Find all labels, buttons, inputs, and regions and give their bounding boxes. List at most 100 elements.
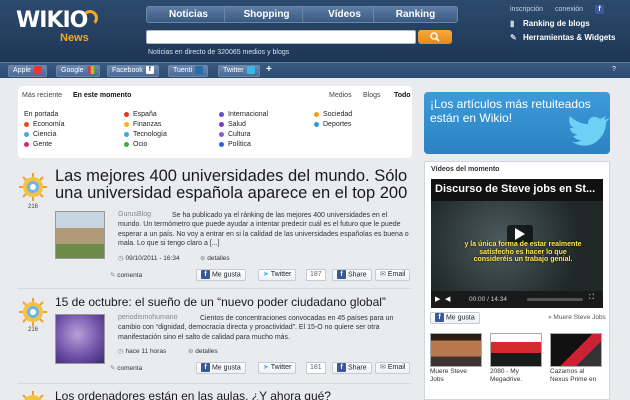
tweet-count: 181 — [306, 362, 326, 374]
tuenti-icon — [195, 66, 204, 75]
video-title[interactable]: Discurso de Steve jobs en St... — [435, 183, 595, 195]
email-icon: ✉ — [380, 271, 386, 278]
signup-link[interactable]: inscripción — [510, 6, 543, 13]
category-dot-icon — [24, 141, 29, 147]
share-button[interactable]: f Share — [332, 362, 372, 374]
article-title[interactable]: 15 de octubre: el sueño de un “nuevo pod… — [55, 296, 410, 309]
details-link[interactable]: ⊕ detalles — [188, 347, 218, 355]
share-tuenti[interactable]: Tuenti — [168, 65, 209, 77]
article-title[interactable]: Los ordenadores están en las aulas. ¿Y a… — [55, 390, 410, 400]
category-sociedad[interactable]: Sociedad — [314, 111, 352, 118]
video-thumb-caption[interactable]: Cazamos al Nexus Prime en — [550, 368, 602, 384]
category-deportes[interactable]: Deportes — [314, 121, 351, 128]
tab-trending[interactable]: En este momento — [73, 92, 131, 99]
video-thumb-caption[interactable]: Muere Steve Jobs — [430, 368, 482, 384]
video-time: 00:00 / 14:34 — [469, 296, 507, 303]
tab-all[interactable]: Todo — [394, 92, 411, 99]
category-dot-icon — [219, 131, 224, 137]
search-button[interactable] — [418, 30, 452, 44]
like-button[interactable]: f Me gusta — [196, 269, 246, 281]
category-dot-icon — [124, 141, 129, 147]
search-input[interactable] — [146, 30, 416, 44]
tab-blogs[interactable]: Blogs — [363, 92, 381, 99]
article-actions: ✎ comenta f Me gusta ➤ Twitter 187 f Sha… — [55, 269, 412, 283]
category-cultura[interactable]: Cultura — [219, 131, 251, 138]
email-button[interactable]: ✉ Email — [375, 362, 411, 374]
tweet-button[interactable]: ➤ Twitter — [258, 269, 297, 281]
nav-noticias[interactable]: Noticias — [146, 6, 231, 23]
article-actions: ✎ comenta f Me gusta ➤ Twitter 181 f Sha… — [55, 362, 412, 376]
email-button[interactable]: ✉ Email — [375, 269, 411, 281]
category-españa[interactable]: España — [124, 111, 157, 118]
article-card: 216 15 de octubre: el sueño de un “nuevo… — [18, 296, 412, 382]
category-política[interactable]: Política — [219, 141, 251, 148]
play-small-icon[interactable]: ▶ — [435, 295, 440, 303]
account-links: inscripción conexión f — [510, 5, 614, 14]
comment-link[interactable]: ✎ comenta — [110, 364, 142, 372]
article-thumbnail[interactable] — [55, 314, 105, 364]
google-icon — [86, 66, 95, 75]
video-thumbnail[interactable] — [490, 333, 542, 367]
nav-shopping[interactable]: Shopping — [224, 6, 309, 23]
header: WIKIO News Noticias Shopping Vídeos Rank… — [0, 0, 630, 62]
tweet-button[interactable]: ➤ Twitter — [258, 362, 297, 374]
article-description: Se ha publicado ya el ránking de las mej… — [118, 212, 409, 248]
video-like-button[interactable]: f Me gusta — [430, 312, 480, 324]
video-more-link[interactable]: » Muere Steve Jobs — [548, 314, 606, 321]
share-twitter[interactable]: Twitter — [218, 65, 260, 77]
article-title[interactable]: Las mejores 400 universidades del mundo.… — [55, 167, 410, 203]
play-icon — [515, 228, 525, 240]
tab-media[interactable]: Medios — [329, 92, 352, 99]
category-dot-icon — [219, 141, 224, 147]
category-ciencia[interactable]: Ciencia — [24, 131, 56, 138]
details-link[interactable]: ⊕ detalles — [200, 254, 230, 262]
tweet-count: 187 — [306, 269, 326, 281]
share-facebook[interactable]: Facebook f — [107, 65, 159, 77]
facebook-icon: f — [337, 363, 346, 372]
video-player[interactable]: Discurso de Steve jobs en St... y la úni… — [431, 179, 603, 308]
video-thumbnail[interactable] — [550, 333, 602, 367]
video-thumb-caption[interactable]: 2080 - My Megadrive. — [490, 368, 542, 384]
tab-most-recent[interactable]: Más reciente — [22, 92, 62, 99]
share-google[interactable]: Google — [56, 65, 100, 77]
bars-icon: ▮ — [510, 19, 515, 28]
facebook-icon: f — [435, 313, 444, 322]
twitter-icon — [246, 66, 255, 75]
tools-widgets-link[interactable]: ✎ Herramientas & Widgets — [510, 33, 615, 42]
comment-link[interactable]: ✎ comenta — [110, 271, 142, 279]
video-subtitle: y la única forma de estar realmente sati… — [464, 241, 582, 264]
login-link[interactable]: conexión — [555, 6, 583, 13]
article-time: ◷ hace 11 horas — [118, 348, 167, 355]
progress-bar[interactable] — [527, 298, 583, 301]
category-dot-icon — [219, 111, 224, 117]
category-ocio[interactable]: Ocio — [124, 141, 147, 148]
facebook-icon: f — [337, 270, 346, 279]
category-list: En portada Economía Ciencia Gente España Fina… — [24, 111, 409, 157]
facebook-icon[interactable]: f — [595, 5, 605, 14]
fullscreen-icon[interactable]: ⛶ — [589, 294, 594, 302]
apple-icon — [33, 66, 42, 75]
category-tecnología[interactable]: Tecnología — [124, 131, 167, 138]
category-internacional[interactable]: Internacional — [219, 111, 268, 118]
wikio-logo[interactable]: WIKIO News — [16, 8, 100, 48]
wikio-score-icon — [19, 173, 47, 201]
videos-heading: Vídeos del momento — [431, 166, 500, 173]
category-dot-icon — [219, 121, 224, 127]
category-economía[interactable]: Economía — [24, 121, 65, 128]
like-button[interactable]: f Me gusta — [196, 362, 246, 374]
help-button[interactable]: ? — [612, 66, 616, 73]
blog-ranking-link[interactable]: ▮ Ranking de blogs — [510, 19, 590, 28]
volume-icon[interactable]: ◀ — [445, 295, 450, 303]
nav-ranking[interactable]: Ranking — [373, 6, 458, 23]
category-en-portada[interactable]: En portada — [24, 111, 58, 118]
article-thumbnail[interactable] — [55, 211, 105, 259]
category-finanzas[interactable]: Finanzas — [124, 121, 161, 128]
video-thumbnail[interactable] — [430, 333, 482, 367]
category-salud[interactable]: Salud — [219, 121, 246, 128]
logo-signal-icon — [82, 10, 98, 26]
share-apple[interactable]: Apple — [8, 65, 47, 77]
search-icon — [430, 32, 440, 42]
add-share-button[interactable]: + — [266, 64, 272, 75]
share-button[interactable]: f Share — [332, 269, 372, 281]
category-gente[interactable]: Gente — [24, 141, 52, 148]
